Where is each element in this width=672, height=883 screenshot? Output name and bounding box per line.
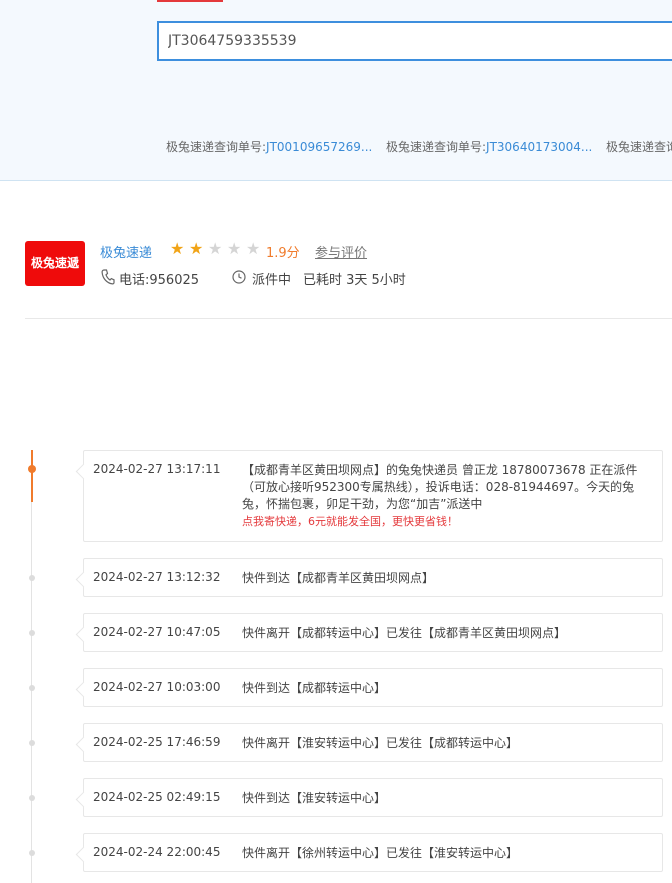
timeline-dot: [29, 850, 35, 856]
event-description: 快件离开【淮安转运中心】已发往【成都转运中心】: [242, 736, 519, 750]
company-name-link[interactable]: 极兔速递: [100, 242, 152, 261]
timeline-dot: [29, 575, 35, 581]
divider: [25, 318, 672, 319]
event-description: 快件离开【成都转运中心】已发往【成都青羊区黄田坝网点】: [242, 626, 567, 640]
timeline-event-current: 2024-02-27 13:17:11 【成都青羊区黄田坝网点】的兔兔快递员 曾…: [83, 450, 663, 542]
history-item-label: 极兔速递查询单号:: [166, 140, 267, 154]
history-item[interactable]: 极兔速递查询单号:: [606, 138, 672, 155]
event-time: 2024-02-25 02:49:15: [93, 790, 221, 804]
star-icon: ★: [170, 239, 185, 258]
event-description-text: 【成都青羊区黄田坝网点】的兔兔快递员 曾正龙 18780073678 正在派件（…: [242, 463, 638, 511]
event-description: 快件到达【成都青羊区黄田坝网点】: [242, 571, 435, 585]
star-icon: ★: [208, 239, 223, 258]
rate-link[interactable]: 参与评价: [315, 242, 367, 261]
search-history: 极兔速递查询单号:JT00109657269... 极兔速递查询单号:JT306…: [166, 138, 672, 156]
timeline-active-dot: [28, 465, 36, 473]
event-time: 2024-02-27 10:47:05: [93, 625, 221, 639]
timeline-dot: [29, 685, 35, 691]
timeline-event: 2024-02-24 22:00:45 快件离开【徐州转运中心】已发往【淮安转运…: [83, 833, 663, 872]
phone-number: 电话:956025: [119, 273, 200, 288]
top-red-bar: [157, 0, 223, 2]
rating-score: 1.9分: [266, 246, 300, 261]
history-item-number: JT00109657269...: [266, 140, 373, 154]
search-area: 极兔速递查询单号:JT00109657269... 极兔速递查询单号:JT306…: [0, 0, 672, 181]
promo-link[interactable]: 点我寄快递，6元就能发全国，更快更省钱！: [242, 513, 647, 530]
company-logo: 极兔速遞: [25, 241, 85, 286]
event-description: 快件到达【淮安转运中心】: [242, 791, 387, 805]
event-time: 2024-02-27 13:12:32: [93, 570, 221, 584]
event-time: 2024-02-24 22:00:45: [93, 845, 221, 859]
history-item-number: JT30640173004...: [486, 140, 593, 154]
event-description: 【成都青羊区黄田坝网点】的兔兔快递员 曾正龙 18780073678 正在派件（…: [242, 462, 647, 530]
elapsed-time: 已耗时 3天 5小时: [303, 273, 406, 288]
star-icon: ★: [189, 239, 204, 258]
history-item-label: 极兔速递查询单号:: [606, 140, 672, 154]
delivery-status: 派件中: [252, 273, 292, 288]
timeline-event: 2024-02-27 10:47:05 快件离开【成都转运中心】已发往【成都青羊…: [83, 613, 663, 652]
timeline-dot: [29, 795, 35, 801]
history-item[interactable]: 极兔速递查询单号:JT30640173004...: [386, 138, 592, 155]
timeline-event: 2024-02-27 10:03:00 快件到达【成都转运中心】: [83, 668, 663, 707]
event-time: 2024-02-27 13:17:11: [93, 462, 221, 476]
clock-icon: [232, 270, 246, 284]
timeline-event: 2024-02-25 17:46:59 快件离开【淮安转运中心】已发往【成都转运…: [83, 723, 663, 762]
event-description: 快件到达【成都转运中心】: [242, 681, 387, 695]
event-time: 2024-02-25 17:46:59: [93, 735, 221, 749]
phone-icon: [101, 269, 115, 285]
timeline-event: 2024-02-25 02:49:15 快件到达【淮安转运中心】: [83, 778, 663, 817]
star-icon: ★: [227, 239, 242, 258]
timeline-dot: [29, 740, 35, 746]
event-description: 快件离开【徐州转运中心】已发往【淮安转运中心】: [242, 846, 519, 860]
history-item[interactable]: 极兔速递查询单号:JT00109657269...: [166, 138, 372, 155]
timeline-active-segment: [31, 450, 33, 502]
event-time: 2024-02-27 10:03:00: [93, 680, 221, 694]
tracking-number-input[interactable]: [157, 21, 672, 61]
timeline-line: [31, 450, 32, 883]
timeline-event: 2024-02-27 13:12:32 快件到达【成都青羊区黄田坝网点】: [83, 558, 663, 597]
history-item-label: 极兔速递查询单号:: [386, 140, 487, 154]
timeline-dot: [29, 630, 35, 636]
star-icon: ★: [246, 239, 261, 258]
